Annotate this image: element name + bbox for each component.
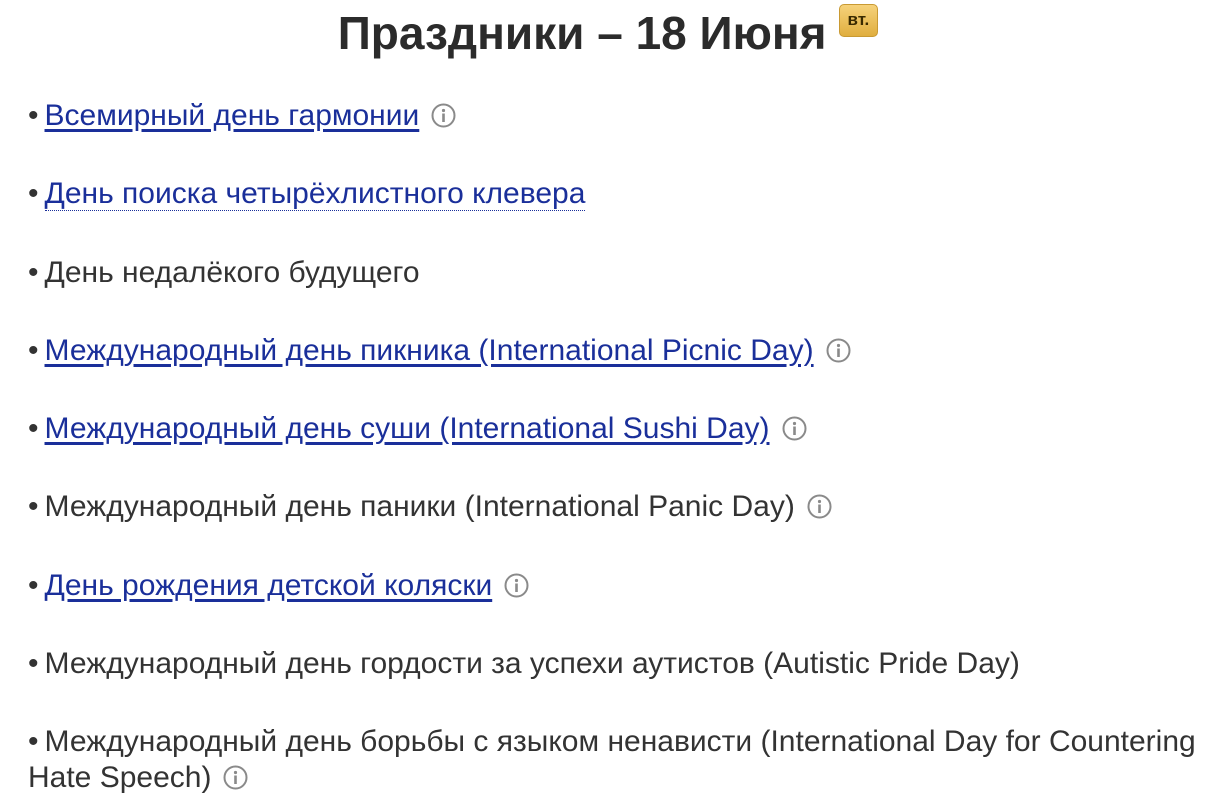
info-circle-icon[interactable] xyxy=(223,765,248,790)
bullet: • xyxy=(28,725,39,759)
info-circle-icon[interactable] xyxy=(782,416,807,441)
info-circle-icon[interactable] xyxy=(504,573,529,598)
list-item: • Международный день пикника (Internation… xyxy=(28,333,1196,411)
page-title: Праздники – 18 Июня xyxy=(337,7,827,59)
bullet: • xyxy=(28,255,39,289)
bullet: • xyxy=(28,412,39,446)
bullet: • xyxy=(28,333,39,367)
info-circle-icon[interactable] xyxy=(431,103,456,128)
bullet: • xyxy=(28,99,39,132)
holiday-text: День недалёкого будущего xyxy=(44,255,420,289)
list-item: • Международный день суши (International … xyxy=(28,411,1196,489)
list-item: • День поиска четырёхлистного клевера xyxy=(28,176,1196,254)
bullet: • xyxy=(28,568,39,602)
bullet: • xyxy=(28,177,39,211)
list-item: • День рождения детской коляски xyxy=(28,568,1196,646)
holiday-link[interactable]: Международный день пикника (Internationa… xyxy=(45,334,814,367)
list-item: • Международный день паники (Internationa… xyxy=(28,489,1196,567)
page-header: Праздники – 18 Июня вт. xyxy=(0,4,1216,60)
holiday-link[interactable]: День рождения детской коляски xyxy=(45,569,493,602)
list-item: • Международный день гордости за успехи а… xyxy=(28,646,1196,724)
info-circle-icon[interactable] xyxy=(807,494,832,519)
holiday-link[interactable]: Международный день суши (International S… xyxy=(45,412,770,445)
list-item: • Международный день борьбы с языком нена… xyxy=(28,724,1196,796)
bullet: • xyxy=(28,490,39,524)
holiday-text: Международный день борьбы с языком ненав… xyxy=(28,725,1196,795)
bullet: • xyxy=(28,647,39,681)
holiday-link[interactable]: День поиска четырёхлистного клевера xyxy=(44,177,586,212)
info-circle-icon[interactable] xyxy=(826,338,851,363)
holiday-link[interactable]: Всемирный день гармонии xyxy=(45,99,420,132)
day-of-week-badge: вт. xyxy=(838,4,879,37)
holiday-text: Международный день гордости за успехи ау… xyxy=(44,647,1020,681)
holiday-list: • Всемирный день гармонии • День поиска че… xyxy=(28,98,1196,796)
list-item: • Всемирный день гармонии xyxy=(28,98,1196,176)
list-item: • День недалёкого будущего xyxy=(28,255,1196,333)
holiday-text: Международный день паники (International… xyxy=(44,490,795,524)
